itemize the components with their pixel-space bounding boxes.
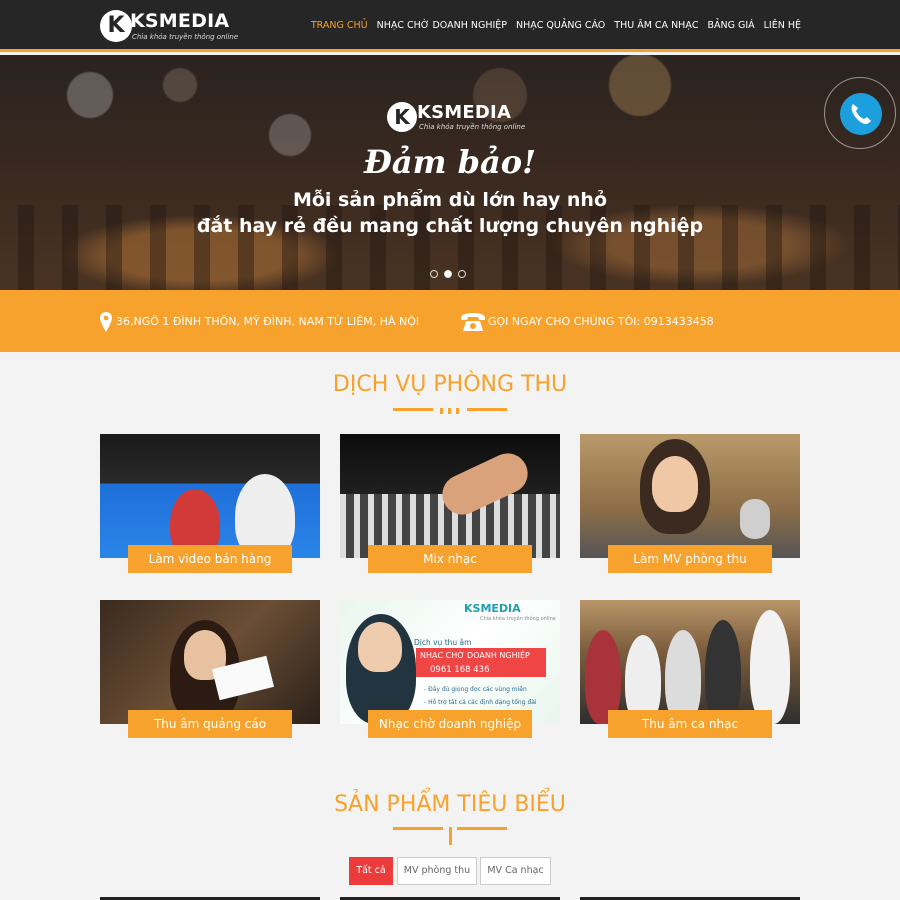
service-label[interactable]: Nhạc chờ doanh nghiệp bbox=[368, 710, 532, 738]
service-card-business-hold-music[interactable]: KSMEDIA Chìa khóa truyền thông online Dị… bbox=[340, 600, 560, 724]
address-text: 36,NGÕ 1 ĐÌNH THÔN, MỸ ĐÌNH, NAM TỪ LIÊM… bbox=[116, 314, 420, 328]
phone-info[interactable]: GỌI NGAY CHO CHÚNG TÔI: 0913433458 bbox=[460, 312, 714, 331]
services-title: DỊCH VỤ PHÒNG THU bbox=[332, 372, 568, 397]
service-image-face bbox=[358, 622, 402, 672]
map-pin-icon bbox=[100, 312, 112, 332]
nav-item-ad-music[interactable]: NHẠC QUẢNG CÁO bbox=[516, 20, 605, 31]
service-label[interactable]: Thu âm ca nhạc bbox=[608, 710, 772, 738]
logo-text: KSMEDIA bbox=[130, 10, 230, 32]
site-header: K KSMEDIA Chìa khóa truyền thông online … bbox=[0, 0, 900, 52]
ad-line-3: 0961 168 436 bbox=[416, 663, 546, 677]
site-logo[interactable]: K KSMEDIA Chìa khóa truyền thông online bbox=[100, 8, 238, 44]
filter-music-mv-button[interactable]: MV Ca nhạc bbox=[480, 857, 551, 885]
logo-k-mark: K bbox=[100, 10, 132, 42]
filter-all-button[interactable]: Tất cả bbox=[349, 857, 393, 885]
hero-logo-k-mark: K bbox=[387, 102, 417, 132]
hero-logo-text: KSMEDIA bbox=[417, 102, 512, 123]
telephone-icon bbox=[460, 312, 485, 331]
products-title-tick bbox=[449, 827, 452, 845]
address-info: 36,NGÕ 1 ĐÌNH THÔN, MỸ ĐÌNH, NAM TỪ LIÊM… bbox=[100, 312, 420, 332]
hero-slider: K KSMEDIA Chìa khóa truyền thông online … bbox=[0, 55, 900, 290]
phone-text: GỌI NGAY CHO CHÚNG TÔI: 0913433458 bbox=[488, 314, 714, 328]
hero-subtitle-line-1: Mỗi sản phẩm dù lớn hay nhỏ bbox=[292, 189, 608, 211]
ad-tagline: Chìa khóa truyền thông online bbox=[480, 616, 556, 622]
service-label[interactable]: Làm MV phòng thu bbox=[608, 545, 772, 573]
service-label[interactable]: Mix nhạc bbox=[368, 545, 532, 573]
service-label[interactable]: Thu âm quảng cáo bbox=[128, 710, 292, 738]
service-card-music-recording[interactable] bbox=[580, 600, 800, 724]
service-card-mix[interactable] bbox=[340, 434, 560, 558]
contact-info-bar: 36,NGÕ 1 ĐÌNH THÔN, MỸ ĐÌNH, NAM TỪ LIÊM… bbox=[0, 290, 900, 352]
services-title-underline-right bbox=[467, 408, 507, 411]
slider-dots bbox=[430, 270, 466, 278]
nav-item-business-hold-music[interactable]: NHẠC CHỜ DOANH NGHIỆP bbox=[377, 20, 507, 31]
filter-studio-mv-button[interactable]: MV phòng thu bbox=[397, 857, 477, 885]
products-title-underline-left bbox=[393, 827, 443, 830]
services-title-underline-left bbox=[393, 408, 433, 411]
microphone bbox=[740, 499, 770, 539]
nav-item-home[interactable]: TRANG CHỦ bbox=[311, 20, 368, 31]
floating-call-button[interactable] bbox=[824, 77, 896, 149]
products-title: SẢN PHẨM TIÊU BIỂU bbox=[334, 792, 566, 817]
slider-dot-1[interactable] bbox=[430, 270, 438, 278]
ad-line-1: Dịch vụ thu âm bbox=[414, 638, 472, 647]
hero-subtitle-line-2: đắt hay rẻ đều mang chất lượng chuyên ng… bbox=[196, 215, 704, 237]
logo-tagline: Chìa khóa truyền thông online bbox=[132, 33, 239, 41]
service-card-ad-recording[interactable] bbox=[100, 600, 320, 724]
service-image-person bbox=[750, 610, 790, 724]
service-label[interactable]: Làm video bán hàng bbox=[128, 545, 292, 573]
phone-call-icon bbox=[840, 93, 882, 135]
nav-item-contact[interactable]: LIÊN HỆ bbox=[764, 20, 801, 31]
slider-dot-3[interactable] bbox=[458, 270, 466, 278]
hero-title: Đảm bảo! bbox=[363, 143, 537, 181]
ad-bullet-2: - Hỗ trợ tất cả các định dạng tổng đài bbox=[424, 699, 537, 706]
main-nav: TRANG CHỦ NHẠC CHỜ DOANH NGHIỆP NHẠC QUẢ… bbox=[311, 20, 801, 31]
services-title-tick bbox=[440, 408, 443, 414]
service-card-sales-video[interactable] bbox=[100, 434, 320, 558]
hero-logo: K KSMEDIA Chìa khóa truyền thông online bbox=[387, 100, 525, 134]
ad-bullet-1: - Đầy đủ giọng đọc các vùng miền bbox=[424, 686, 527, 693]
slider-dot-2[interactable] bbox=[444, 270, 452, 278]
service-image-person bbox=[705, 620, 741, 724]
service-card-studio-mv[interactable] bbox=[580, 434, 800, 558]
nav-item-music-recording[interactable]: THU ÂM CA NHẠC bbox=[614, 20, 698, 31]
hero-logo-tagline: Chìa khóa truyền thông online bbox=[419, 123, 526, 131]
products-title-underline-right bbox=[457, 827, 507, 830]
ad-line-2: NHẠC CHỜ DOANH NGHIỆP bbox=[416, 648, 546, 663]
nav-item-pricing[interactable]: BẢNG GIÁ bbox=[707, 20, 754, 31]
services-title-tick bbox=[456, 408, 459, 414]
service-image-face bbox=[652, 456, 698, 512]
services-title-tick bbox=[448, 408, 451, 414]
